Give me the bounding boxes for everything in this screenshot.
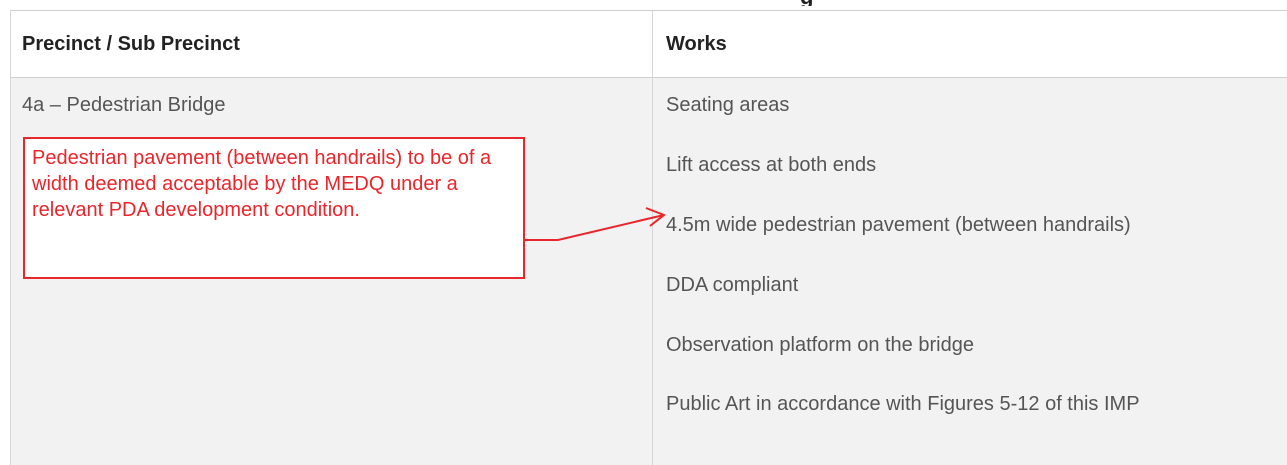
- header-precinct: Precinct / Sub Precinct: [22, 33, 240, 55]
- markup-annotation-box[interactable]: Pedestrian pavement (between handrails) …: [23, 137, 525, 279]
- works-item-public-art: Public Art in accordance with Figures 5-…: [666, 393, 1140, 415]
- works-list: Seating areas Lift access at both ends 4…: [666, 92, 1287, 454]
- header-works: Works: [666, 33, 727, 55]
- precinct-cell: 4a – Pedestrian Bridge: [22, 94, 226, 116]
- works-item-dda: DDA compliant: [666, 274, 799, 296]
- table-left-border: [10, 11, 11, 465]
- document-page: g Precinct / Sub Precinct Works 4a – Ped…: [0, 0, 1287, 465]
- table-header-row: Precinct / Sub Precinct Works: [10, 11, 1287, 78]
- works-item-seating: Seating areas: [666, 94, 790, 116]
- works-item-pavement-width: 4.5m wide pedestrian pavement (between h…: [666, 214, 1131, 236]
- cut-off-heading-fragment: g: [800, 0, 840, 6]
- works-item-observation-platform: Observation platform on the bridge: [666, 334, 974, 356]
- column-divider: [652, 11, 653, 465]
- works-item-lift-access: Lift access at both ends: [666, 154, 877, 176]
